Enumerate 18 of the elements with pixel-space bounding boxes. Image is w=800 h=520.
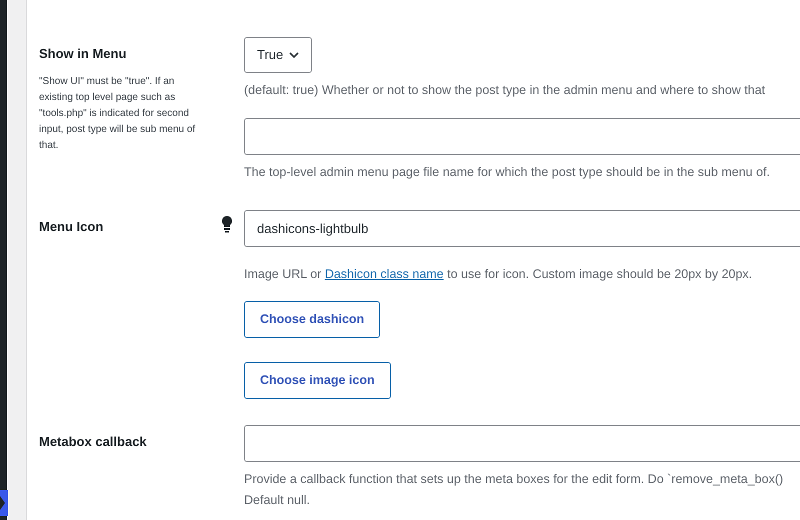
dashicon-link[interactable]: Dashicon class name — [324, 266, 444, 280]
choose-button[interactable]: Choose image icon — [244, 362, 391, 400]
help-text: Image URL or Dashicon class name to use for icon. Custom image should be 20px by 20px. — [244, 266, 752, 283]
text-field[interactable] — [244, 425, 800, 462]
help-text: Default null. — [244, 492, 310, 509]
text-field[interactable] — [244, 118, 800, 155]
help-text: (default: true) Whether or not to show the post type in the admin menu and where to show that — [244, 82, 766, 99]
help-text: The top-level admin menu page file name for which the post type should be in the sub menu of. — [244, 164, 770, 181]
choose-button[interactable]: Choose dashicon — [244, 301, 380, 338]
field-label: Menu Icon — [39, 218, 104, 236]
field-label: Show in Menu — [39, 45, 126, 63]
help-text: Provide a callback function that sets up the meta boxes for the edit form. Do `remove_meta_box() — [244, 471, 784, 488]
chevron-down-icon — [289, 52, 300, 58]
field-note: "Show UI" must be "true". If an existing top level page such as "tools.php" is indicated for second input, post type will be sub menu of that. — [39, 74, 196, 152]
pointer-icon — [0, 490, 8, 516]
text-field[interactable]: dashicons-lightbulb — [244, 210, 800, 246]
select-field[interactable]: True — [244, 37, 312, 73]
field-label: Metabox callback — [39, 433, 147, 452]
